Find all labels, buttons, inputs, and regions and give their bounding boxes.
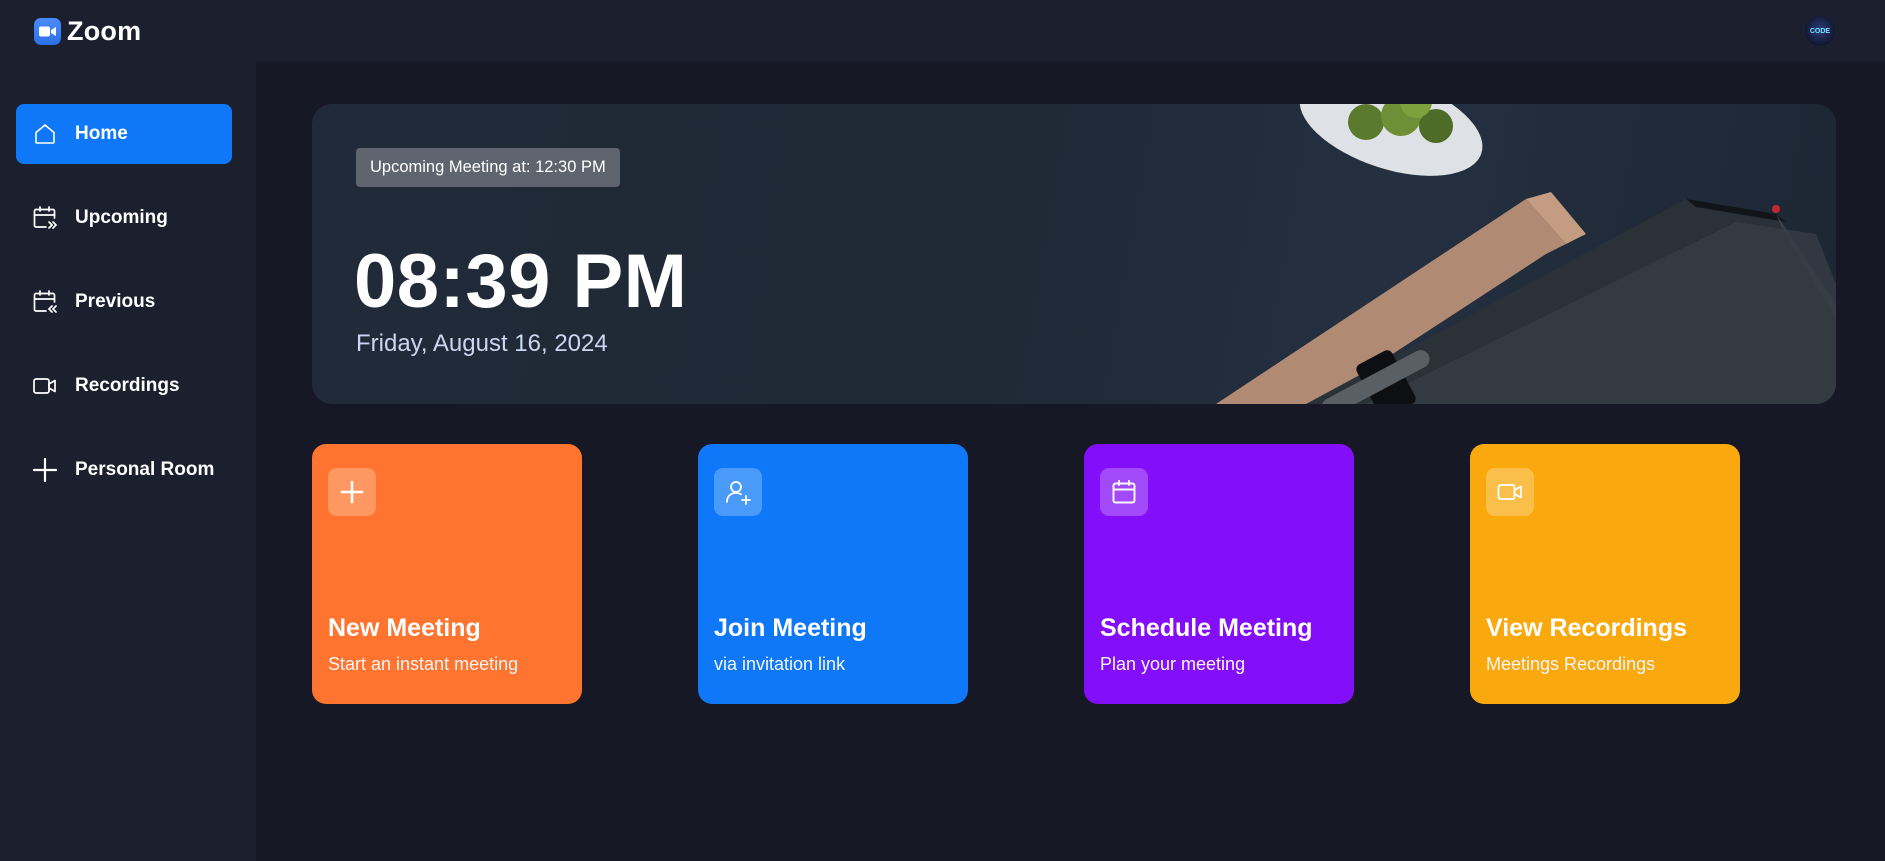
card-title: View Recordings <box>1486 614 1687 642</box>
hero-background-image <box>1216 104 1836 404</box>
card-subtitle: Plan your meeting <box>1100 654 1246 674</box>
sidebar-item-label: Previous <box>75 291 156 312</box>
card-title: Join Meeting <box>714 614 867 642</box>
calendar-previous-icon <box>31 288 59 316</box>
user-avatar[interactable]: CODE <box>1805 16 1835 46</box>
schedule-meeting-card[interactable]: Schedule Meeting Plan your meeting <box>1084 444 1354 704</box>
sidebar-item-label: Recordings <box>75 375 180 396</box>
home-icon <box>31 120 59 148</box>
calendar-icon <box>1100 468 1148 516</box>
video-icon <box>1486 468 1534 516</box>
sidebar-item-upcoming[interactable]: Upcoming <box>16 188 232 248</box>
hero-banner: Upcoming Meeting at: 12:30 PM 08:39 PM F… <box>312 104 1836 404</box>
sidebar-item-previous[interactable]: Previous <box>16 272 232 332</box>
plus-icon <box>31 456 59 484</box>
avatar-text: CODE <box>1809 27 1831 35</box>
main-content: Upcoming Meeting at: 12:30 PM 08:39 PM F… <box>312 104 1836 704</box>
sidebar-item-label: Personal Room <box>75 459 215 480</box>
view-recordings-card[interactable]: View Recordings Meetings Recordings <box>1470 444 1740 704</box>
join-meeting-card[interactable]: Join Meeting via invitation link <box>698 444 968 704</box>
upcoming-meeting-badge: Upcoming Meeting at: 12:30 PM <box>356 148 620 187</box>
video-icon <box>31 372 59 400</box>
current-date: Friday, August 16, 2024 <box>356 330 608 357</box>
sidebar: Home Upcoming Previous Recordings Person… <box>0 62 256 861</box>
plus-icon <box>328 468 376 516</box>
card-title: New Meeting <box>328 614 481 642</box>
user-plus-icon <box>714 468 762 516</box>
card-subtitle: Start an instant meeting <box>328 654 519 674</box>
action-cards: New Meeting Start an instant meeting Joi… <box>312 444 1836 704</box>
card-subtitle: Meetings Recordings <box>1486 654 1656 674</box>
new-meeting-card[interactable]: New Meeting Start an instant meeting <box>312 444 582 704</box>
sidebar-item-label: Home <box>75 123 128 144</box>
sidebar-item-label: Upcoming <box>75 207 168 228</box>
brand-name: Zoom <box>67 15 142 46</box>
card-title: Schedule Meeting <box>1100 614 1313 642</box>
brand-link[interactable]: Zoom <box>34 16 141 47</box>
zoom-logo-icon <box>34 17 61 45</box>
sidebar-item-personal-room[interactable]: Personal Room <box>16 440 232 500</box>
calendar-upcoming-icon <box>31 204 59 232</box>
current-time: 08:39 PM <box>354 239 688 324</box>
sidebar-item-home[interactable]: Home <box>16 104 232 164</box>
top-navbar: Zoom CODE <box>0 0 1885 62</box>
sidebar-item-recordings[interactable]: Recordings <box>16 356 232 416</box>
card-subtitle: via invitation link <box>714 654 846 674</box>
